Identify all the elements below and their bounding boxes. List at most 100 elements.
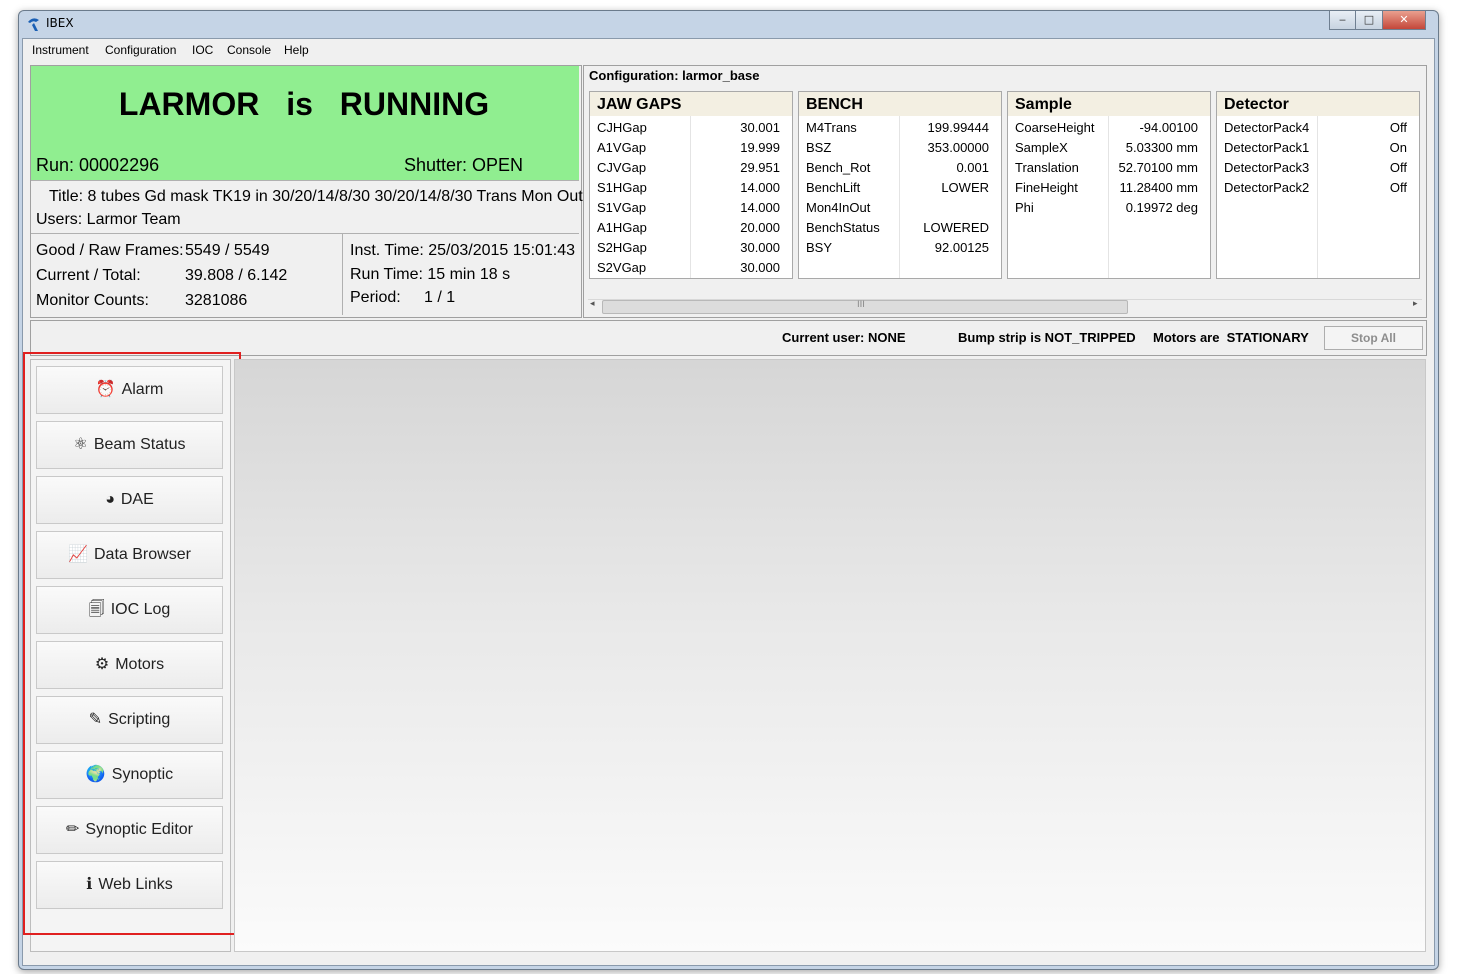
block-value: 30.000 [740,240,780,255]
instrument-name: LARMOR [118,86,260,122]
block-row[interactable]: BSZ 353.00000 [799,138,1001,158]
block-value: 92.00125 [934,240,989,255]
block-row[interactable]: BenchLift LOWER [799,178,1001,198]
block-group-jaw-gaps: JAW GAPS CJHGap 30.001 A1VGap 19.999 CJVGa… [589,91,793,279]
run-state-heading: LARMOR is RUNNING [31,86,577,123]
block-row[interactable]: FineHeight 11.28400 mm [1008,178,1210,198]
block-name: DetectorPack4 [1224,120,1310,135]
banner-is: is [286,86,313,122]
monitor-counts-label: Monitor Counts: [36,292,149,309]
block-row[interactable]: CJHGap 30.001 [590,118,792,138]
block-row[interactable]: S1VGap 14.000 [590,198,792,218]
block-row[interactable]: SampleX 5.03300 mm [1008,138,1210,158]
scrollbar-thumb[interactable]: III [602,300,1128,314]
block-name: A1HGap [597,220,647,235]
block-name: Translation [1015,160,1079,175]
block-value: Off [1389,160,1407,175]
block-name: DetectorPack3 [1224,160,1310,175]
good-raw-frames-value: 5549 / 5549 [185,242,270,259]
block-value: -94.00100 [1139,120,1198,135]
block-row[interactable]: Bench_Rot 0.001 [799,158,1001,178]
block-row[interactable]: Translation 52.70100 mm [1008,158,1210,178]
block-row[interactable]: A1VGap 19.999 [590,138,792,158]
block-value: 30.000 [740,260,780,275]
block-name: BenchStatus [806,220,880,235]
block-name: Phi [1015,200,1034,215]
block-name: Bench_Rot [806,160,871,175]
block-value: 14.000 [740,180,780,195]
stop-all-button[interactable]: Stop All [1324,326,1423,350]
divider [342,233,343,315]
perspective-content-area [234,359,1426,952]
block-row[interactable]: Phi 0.19972 deg [1008,198,1210,218]
block-value: Off [1389,120,1407,135]
block-value: 19.999 [740,140,780,155]
block-row[interactable]: DetectorPack4 Off [1217,118,1419,138]
scrollbar-grip: III [857,300,865,310]
block-value: 0.001 [956,160,989,175]
block-row[interactable]: DetectorPack3 Off [1217,158,1419,178]
block-row[interactable]: M4Trans 199.99444 [799,118,1001,138]
run-title: Title: 8 tubes Gd mask TK19 in 30/20/14/… [49,188,583,205]
group-title: Detector [1217,92,1419,116]
block-row[interactable]: A1HGap 20.000 [590,218,792,238]
block-name: S1HGap [597,180,647,195]
shutter-status: Shutter: OPEN [404,155,524,175]
scroll-right-icon[interactable]: ▸ [1413,299,1418,309]
run-time: Run Time: 15 min 18 s [350,266,511,283]
block-row[interactable]: BenchStatus LOWERED [799,218,1001,238]
block-name: DetectorPack1 [1224,140,1310,155]
current-user: Current user: NONE [782,330,906,345]
block-row[interactable]: CoarseHeight -94.00100 [1008,118,1210,138]
block-name: A1VGap [597,140,647,155]
block-row[interactable]: Mon4InOut [799,198,1001,218]
scroll-left-icon[interactable]: ◂ [590,299,595,309]
block-value: 14.000 [740,200,780,215]
block-value: 30.001 [740,120,780,135]
menu-ioc[interactable]: IOC [192,43,213,57]
inst-time: Inst. Time: 25/03/2015 15:01:43 [350,242,576,259]
good-raw-frames-label: Good / Raw Frames: [36,242,184,259]
block-name: S1VGap [597,200,647,215]
block-name: BSZ [806,140,832,155]
block-row[interactable]: S2VGap 30.000 [590,258,792,278]
group-title: JAW GAPS [590,92,792,116]
block-value: 20.000 [740,220,780,235]
menu-console[interactable]: Console [227,43,271,57]
block-group-bench: BENCH M4Trans 199.99444 BSZ 353.00000 Benc… [798,91,1002,279]
block-row[interactable]: DetectorPack2 Off [1217,178,1419,198]
block-value: LOWER [941,180,989,195]
menu-configuration[interactable]: Configuration [105,43,176,57]
block-value: 52.70100 mm [1118,160,1199,175]
block-row[interactable]: S2HGap 30.000 [590,238,792,258]
block-name: BenchLift [806,180,861,195]
period-label: Period: [350,289,401,306]
block-name: FineHeight [1015,180,1078,195]
divider [31,233,579,234]
monitor-counts-value: 3281086 [185,292,248,309]
maximize-button[interactable]: □ [1355,11,1383,30]
menu-instrument[interactable]: Instrument [32,43,89,57]
block-row[interactable]: DetectorPack1 On [1217,138,1419,158]
block-row[interactable]: BSY 92.00125 [799,238,1001,258]
configuration-name: Configuration: larmor_base [589,68,760,83]
menu-help[interactable]: Help [284,43,309,57]
motors-status: Motors are STATIONARY [1153,330,1309,345]
run-state: RUNNING [339,86,490,122]
block-value: On [1389,140,1407,155]
group-title: Sample [1008,92,1210,116]
current-total-label: Current / Total: [36,267,141,284]
window-title: IBEX [46,16,74,30]
block-row[interactable]: S1HGap 14.000 [590,178,792,198]
block-name: S2HGap [597,240,647,255]
minimize-button[interactable]: ‒ [1329,11,1356,30]
block-value: 29.951 [740,160,780,175]
block-name: Mon4InOut [806,200,871,215]
block-name: CJVGap [597,160,647,175]
block-name: CJHGap [597,120,647,135]
block-row[interactable]: CJVGap 29.951 [590,158,792,178]
period-value: 1 / 1 [424,289,456,306]
title-bar[interactable] [19,11,1436,37]
bump-strip-status: Bump strip is NOT_TRIPPED [958,330,1136,345]
close-button[interactable]: ✕ [1382,11,1426,30]
